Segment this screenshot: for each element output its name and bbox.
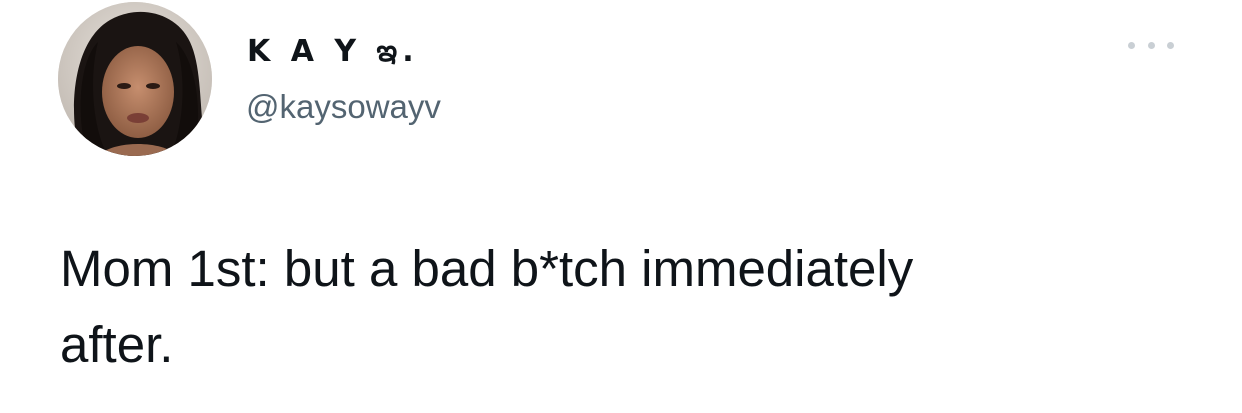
tweet-card: K A Y ఇ. @kaysowayv Mom 1st: but a bad b… <box>0 0 1242 413</box>
more-dot <box>1128 41 1135 49</box>
avatar[interactable] <box>58 2 212 156</box>
tweet-text: Mom 1st: but a bad b*tch immediately aft… <box>60 231 1200 383</box>
tweet-text-line: after. <box>60 316 174 373</box>
display-name[interactable]: K A Y ఇ. <box>247 34 419 76</box>
tweet-text-line: Mom 1st: but a bad b*tch immediately <box>60 240 914 297</box>
more-horizontal-icon[interactable] <box>1128 37 1174 53</box>
more-dot <box>1167 41 1174 49</box>
more-dot <box>1147 41 1155 49</box>
avatar-image <box>58 2 212 156</box>
user-handle[interactable]: @kaysowayv <box>246 88 441 126</box>
